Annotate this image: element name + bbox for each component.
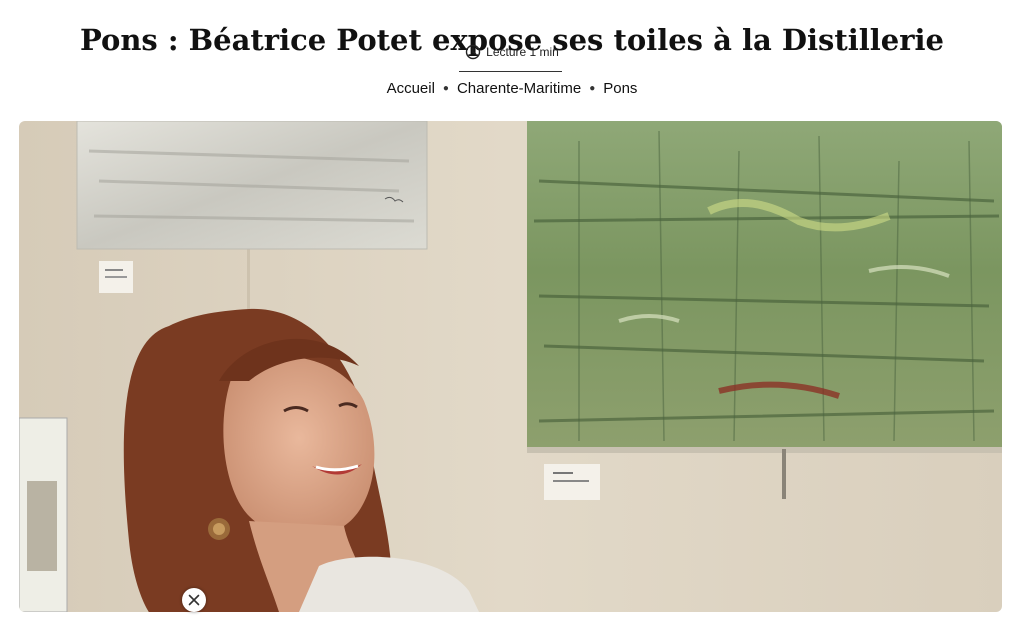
article-photo <box>19 121 1002 612</box>
reading-time-label: Lecture 1 min <box>486 45 559 59</box>
breadcrumb-item-charente-maritime[interactable]: Charente-Maritime <box>457 80 581 97</box>
breadcrumb: Accueil ● Charente-Maritime ● Pons <box>0 80 1024 97</box>
close-icon <box>188 594 200 606</box>
clock-icon <box>465 44 481 60</box>
close-button[interactable] <box>182 588 206 612</box>
breadcrumb-item-pons[interactable]: Pons <box>603 80 637 97</box>
reading-time: Lecture 1 min <box>0 44 1024 60</box>
title-divider <box>459 71 562 72</box>
bullet-icon: ● <box>589 83 596 94</box>
breadcrumb-item-accueil[interactable]: Accueil <box>387 80 435 97</box>
bullet-icon: ● <box>442 83 449 94</box>
